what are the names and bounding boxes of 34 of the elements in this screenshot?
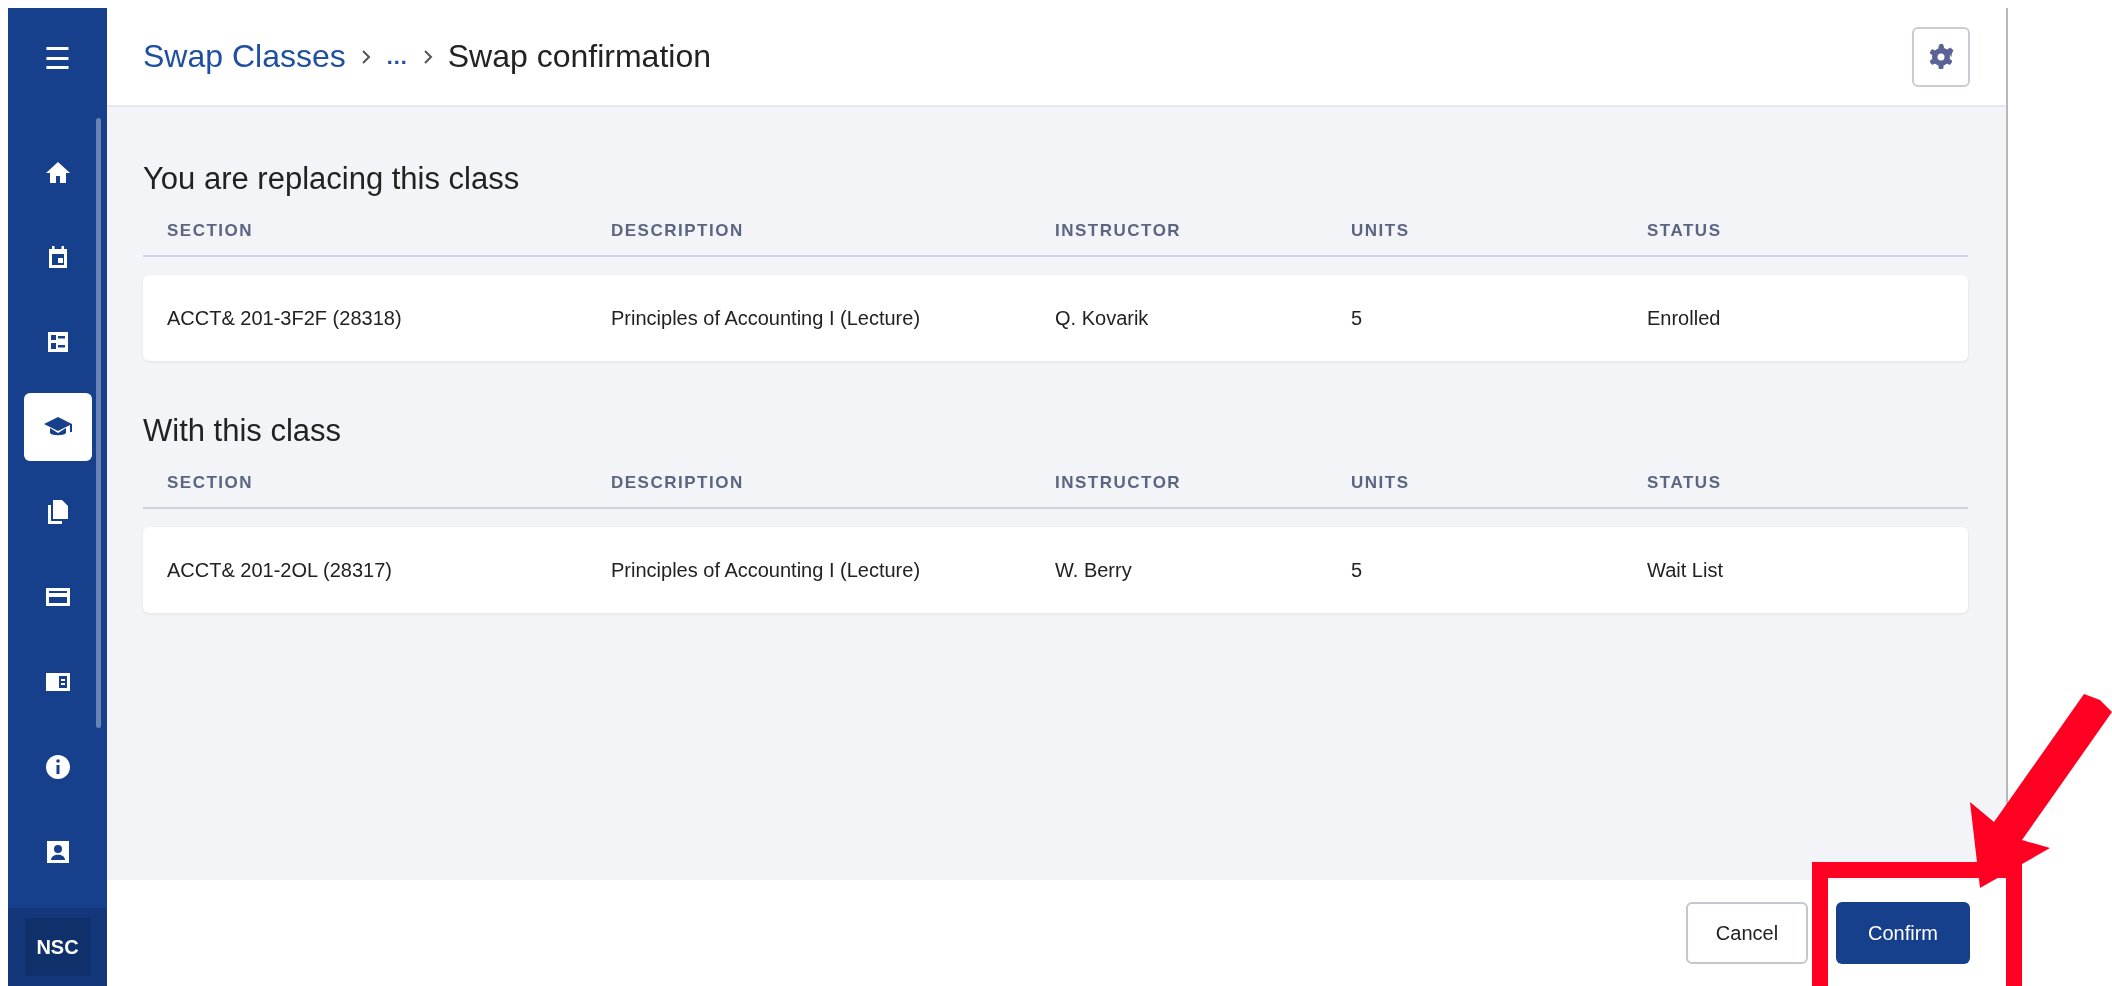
table-cell-text: 5	[1351, 306, 1364, 330]
breadcrumb-link[interactable]: …	[385, 43, 408, 70]
scrollbar[interactable]	[96, 118, 101, 728]
institution-badge: NSC	[24, 918, 91, 976]
table-cell-text: W. Berry	[1055, 558, 1133, 582]
column-header: DESCRIPTION	[611, 221, 745, 241]
settings-button[interactable]	[1912, 26, 1970, 87]
chevron-icon	[359, 47, 372, 66]
breadcrumb-link[interactable]: Swap Classes	[143, 38, 346, 75]
table-cell-text: 5	[1351, 558, 1364, 582]
table-cell-text: Enrolled	[1647, 306, 1722, 330]
menu-button[interactable]: ☰	[22, 8, 93, 108]
column-header: UNITS	[1351, 473, 1411, 493]
chevron-icon	[421, 47, 434, 66]
column-header: SECTION	[167, 473, 255, 493]
table-cell-text: Principles of Accounting I (Lecture)	[611, 306, 922, 330]
column-header: SECTION	[167, 221, 255, 241]
nav-item[interactable]	[23, 393, 92, 461]
table-cell-text: ACCT& 201-3F2F (28318)	[167, 306, 403, 330]
section-heading: With this class	[143, 413, 343, 449]
cancel-button[interactable]: Cancel	[1686, 902, 1808, 964]
table-cell-text: Q. Kovarik	[1055, 306, 1150, 330]
page-title: Swap confirmation	[447, 38, 711, 75]
table-cell-text: Wait List	[1647, 558, 1724, 582]
column-header: INSTRUCTOR	[1055, 473, 1183, 493]
section-heading: You are replacing this class	[143, 161, 521, 197]
table-cell-text: ACCT& 201-2OL (28317)	[167, 558, 393, 582]
column-header: INSTRUCTOR	[1055, 221, 1183, 241]
column-header: STATUS	[1647, 221, 1723, 241]
confirm-button[interactable]: Confirm	[1836, 902, 1970, 964]
column-header: STATUS	[1647, 473, 1723, 493]
column-header: DESCRIPTION	[611, 473, 745, 493]
table-cell-text: Principles of Accounting I (Lecture)	[611, 558, 922, 582]
column-header: UNITS	[1351, 221, 1411, 241]
